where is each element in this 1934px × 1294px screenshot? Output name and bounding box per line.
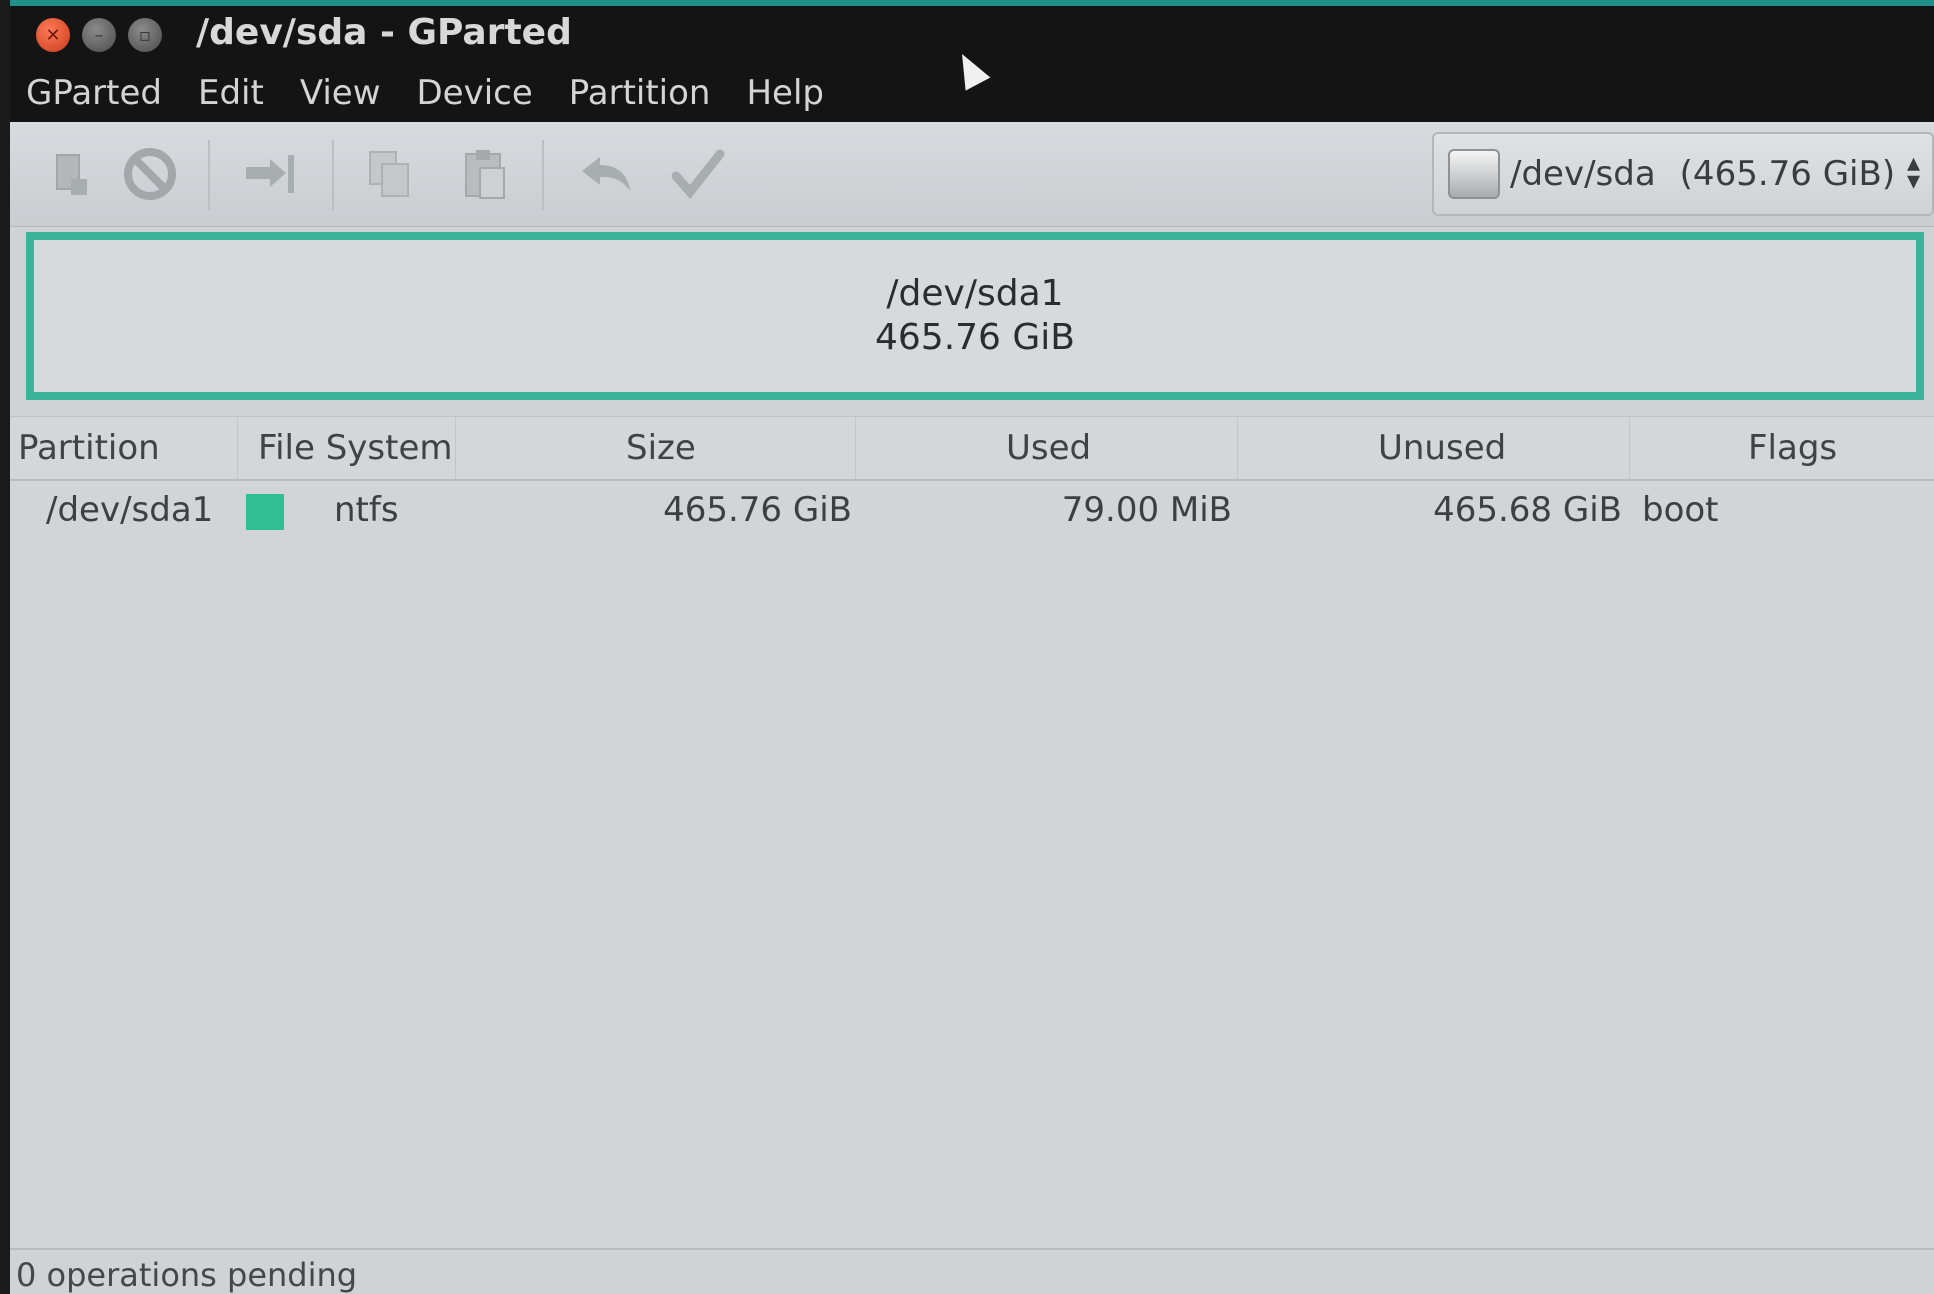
undo-icon xyxy=(582,157,630,191)
menu-view[interactable]: View xyxy=(282,73,399,113)
menu-edit[interactable]: Edit xyxy=(180,73,282,113)
window-title: /dev/sda - GParted xyxy=(196,12,572,53)
minimize-window-button[interactable]: – xyxy=(82,18,116,52)
toolbar-separator xyxy=(208,140,210,210)
menu-help[interactable]: Help xyxy=(728,73,842,113)
table-header: Partition File System Size Used Unused F… xyxy=(10,416,1934,481)
device-size: (465.76 GiB) xyxy=(1679,154,1896,194)
row-unused: 465.68 GiB xyxy=(1433,490,1622,530)
menu-partition[interactable]: Partition xyxy=(551,73,729,113)
header-flags[interactable]: Flags xyxy=(1630,417,1934,479)
copy-button[interactable] xyxy=(360,144,420,204)
menu-device[interactable]: Device xyxy=(399,73,551,113)
device-selector[interactable]: /dev/sda (465.76 GiB) ▴ ▾ xyxy=(1432,132,1934,216)
paste-button[interactable] xyxy=(454,144,514,204)
disk-map-partition[interactable]: /dev/sda1 465.76 GiB xyxy=(26,232,1924,400)
header-used[interactable]: Used xyxy=(856,417,1238,479)
new-partition-icon xyxy=(56,154,87,195)
row-size: 465.76 GiB xyxy=(663,490,852,530)
delete-partition-button[interactable] xyxy=(120,144,180,204)
status-text: 0 operations pending xyxy=(16,1256,358,1294)
new-partition-button[interactable] xyxy=(40,144,100,204)
row-flags: boot xyxy=(1642,490,1719,530)
dropdown-arrows-icon: ▴ ▾ xyxy=(1906,148,1920,196)
paste-icon xyxy=(465,150,505,199)
maximize-window-button[interactable]: ▫ xyxy=(128,18,162,52)
copy-icon xyxy=(369,151,409,197)
row-filesystem: ntfs xyxy=(334,490,399,530)
gparted-window: ✕ – ▫ /dev/sda - GParted GParted Edit Vi… xyxy=(10,0,1934,1294)
header-partition[interactable]: Partition xyxy=(10,417,238,479)
status-bar: 0 operations pending xyxy=(10,1248,1934,1294)
toolbar: /dev/sda (465.76 GiB) ▴ ▾ xyxy=(10,122,1934,227)
header-unused[interactable]: Unused xyxy=(1238,417,1630,479)
hard-disk-icon xyxy=(1448,149,1500,199)
checkmark-icon xyxy=(671,149,725,200)
partition-table: Partition File System Size Used Unused F… xyxy=(10,416,1934,1246)
delete-icon xyxy=(124,148,176,200)
close-window-button[interactable]: ✕ xyxy=(36,18,70,52)
header-file-system[interactable]: File System xyxy=(238,417,456,479)
resize-move-button[interactable] xyxy=(240,144,300,204)
table-row[interactable]: /dev/sda1 ntfs 465.76 GiB 79.00 MiB 465.… xyxy=(10,480,1934,540)
disk-map-partition-size: 465.76 GiB xyxy=(874,317,1075,358)
undo-button[interactable] xyxy=(576,144,636,204)
toolbar-separator xyxy=(542,140,544,210)
header-size[interactable]: Size xyxy=(456,417,856,479)
apply-button[interactable] xyxy=(668,144,728,204)
row-used: 79.00 MiB xyxy=(1061,490,1232,530)
menu-gparted[interactable]: GParted xyxy=(10,73,180,113)
toolbar-separator xyxy=(332,140,334,210)
row-partition: /dev/sda1 xyxy=(46,490,214,530)
filesystem-color-swatch xyxy=(246,494,284,530)
disk-map-partition-name: /dev/sda1 xyxy=(886,273,1064,314)
resize-move-icon xyxy=(246,155,294,193)
device-name: /dev/sda xyxy=(1510,154,1656,194)
